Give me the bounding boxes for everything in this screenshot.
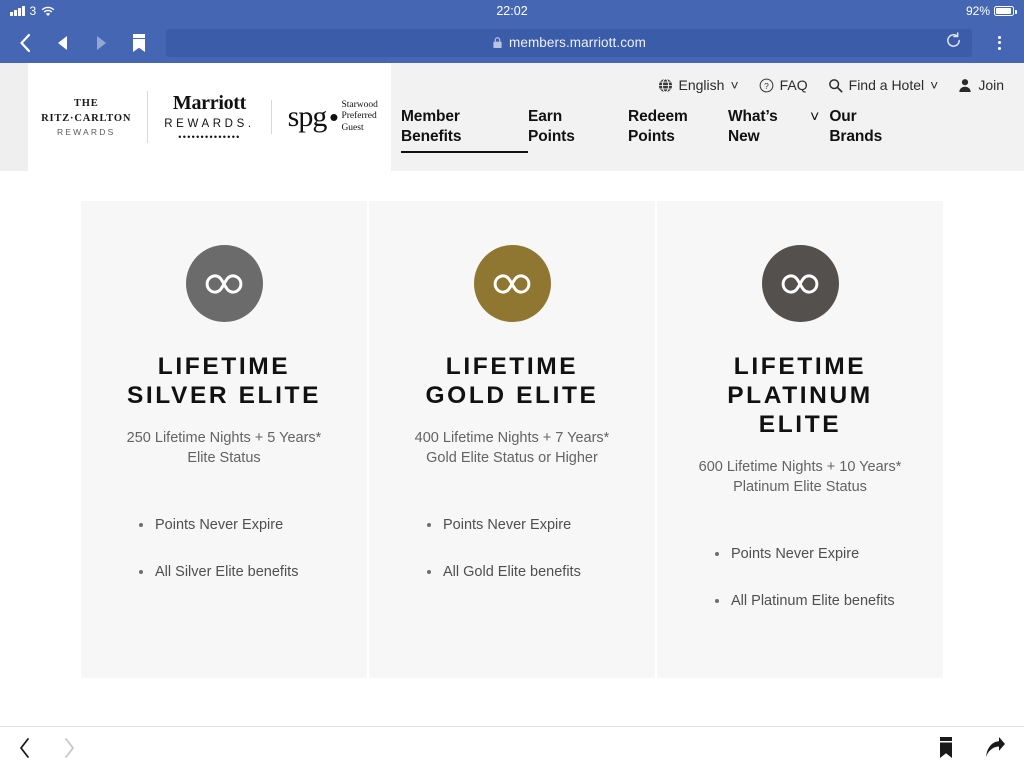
person-icon	[959, 78, 972, 92]
faq-link[interactable]: ? FAQ	[759, 77, 808, 93]
infinity-icon	[205, 273, 243, 294]
ritz-carlton-rewards-logo[interactable]: THE RITZ·CARLTON REWARDS	[25, 96, 147, 139]
status-bar-right: 92%	[965, 4, 1017, 18]
list-item: Points Never Expire	[139, 515, 345, 535]
header-nav-zone: English ˅ ? FAQ Find a Hotel ˅ Join Memb…	[391, 63, 1024, 171]
bottom-toolbar	[0, 726, 1024, 768]
list-item: All Gold Elite benefits	[427, 562, 633, 582]
globe-icon	[658, 77, 672, 93]
url-text-wrap: members.marriott.com	[492, 35, 646, 50]
lock-icon	[493, 37, 502, 48]
page-back-button[interactable]	[18, 737, 32, 759]
browser-back-chevron-button[interactable]	[8, 26, 42, 60]
spg-sub1: Starwood	[341, 99, 378, 110]
bookmark-icon	[940, 737, 952, 758]
chevron-right-icon	[65, 737, 74, 758]
gold-benefit-list: Points Never Expire All Gold Elite benef…	[391, 515, 633, 610]
triangle-forward-icon	[97, 35, 106, 50]
marriott-logo-line2: REWARDS.	[164, 117, 255, 130]
utility-nav: English ˅ ? FAQ Find a Hotel ˅ Join	[391, 63, 1024, 93]
site-header: THE RITZ·CARLTON REWARDS Marriott REWARD…	[0, 63, 1024, 171]
marriott-logo-line1: Marriott	[172, 91, 247, 114]
spg-logo-dot: •	[329, 101, 339, 132]
url-bar[interactable]: members.marriott.com	[166, 28, 972, 57]
spg-logo[interactable]: spg • Starwood Preferred Guest	[270, 99, 394, 135]
reload-icon	[947, 31, 960, 47]
language-selector[interactable]: English ˅	[658, 77, 739, 93]
browser-bookmark-button[interactable]	[122, 26, 156, 60]
search-icon	[828, 78, 843, 93]
list-item: All Silver Elite benefits	[139, 562, 345, 582]
chevron-down-icon: ˅	[730, 77, 739, 93]
ritz-logo-line2: REWARDS	[56, 127, 116, 138]
list-item: All Platinum Elite benefits	[715, 591, 921, 611]
nav-earn-points[interactable]: Earn Points	[528, 107, 628, 151]
spg-logo-mark: spg	[287, 99, 328, 133]
infinity-icon	[493, 273, 531, 294]
infinity-icon	[781, 273, 819, 294]
battery-icon	[994, 6, 1017, 16]
find-a-hotel-link[interactable]: Find a Hotel ˅	[828, 77, 939, 93]
silver-benefit-list: Points Never Expire All Silver Elite ben…	[103, 515, 345, 610]
battery-percent-label: 92%	[965, 4, 990, 18]
nav-member-benefits[interactable]: Member Benefits	[401, 107, 528, 153]
nav-chevron-down-icon[interactable]: ˅	[810, 109, 819, 127]
platinum-benefit-list: Points Never Expire All Platinum Elite b…	[679, 544, 921, 639]
browser-forward-button[interactable]	[84, 26, 118, 60]
list-item: Points Never Expire	[715, 544, 921, 564]
browser-menu-button[interactable]	[982, 26, 1016, 60]
language-label: English	[678, 77, 725, 93]
platinum-title: LIFETIME PLATINUM ELITE	[727, 353, 873, 438]
list-item: Points Never Expire	[427, 515, 633, 535]
page-share-button[interactable]	[984, 736, 1006, 759]
reload-button[interactable]	[945, 31, 962, 54]
page-forward-button[interactable]	[62, 737, 76, 759]
browser-toolbar: members.marriott.com	[0, 22, 1024, 63]
silver-requirement: 250 Lifetime Nights + 5 Years* Elite Sta…	[126, 429, 322, 467]
silver-badge	[185, 245, 263, 322]
triangle-back-icon	[58, 35, 67, 50]
bookmark-icon	[133, 33, 145, 52]
status-bar-clock: 22:02	[496, 4, 528, 18]
join-link[interactable]: Join	[958, 77, 1004, 93]
spg-logo-subtext: Starwood Preferred Guest	[341, 100, 377, 135]
header-left-gutter	[0, 63, 28, 171]
status-bar: 3 22:02 92%	[0, 0, 1024, 22]
marriott-rewards-logo[interactable]: Marriott REWARDS. ••••••••••••••	[147, 90, 270, 144]
gold-requirement: 400 Lifetime Nights + 7 Years* Gold Elit…	[414, 429, 610, 467]
brand-logo-group: THE RITZ·CARLTON REWARDS Marriott REWARD…	[28, 63, 391, 171]
gold-title: LIFETIME GOLD ELITE	[425, 353, 599, 409]
marriott-logo-dots: ••••••••••••••	[178, 132, 241, 143]
chevron-left-icon	[19, 33, 30, 52]
svg-text:?: ?	[764, 80, 769, 90]
find-a-hotel-label: Find a Hotel	[848, 77, 925, 93]
silver-title: LIFETIME SILVER ELITE	[126, 353, 322, 409]
question-circle-icon: ?	[759, 78, 774, 92]
main-nav: Member Benefits Earn Points Redeem Point…	[391, 93, 1024, 153]
main-content: LIFETIME SILVER ELITE 250 Lifetime Night…	[0, 171, 1024, 768]
share-arrow-icon	[986, 737, 1005, 757]
url-text: members.marriott.com	[508, 35, 647, 50]
bottom-nav-group	[18, 737, 76, 759]
page-bookmark-button[interactable]	[938, 736, 954, 759]
tier-card-gold: LIFETIME GOLD ELITE 400 Lifetime Nights …	[369, 201, 655, 679]
chevron-left-icon	[20, 737, 29, 758]
tier-card-platinum: LIFETIME PLATINUM ELITE 600 Lifetime Nig…	[657, 201, 943, 679]
spg-sub3: Guest	[341, 122, 364, 133]
chevron-down-icon: ˅	[930, 77, 939, 93]
platinum-requirement: 600 Lifetime Nights + 10 Years* Platinum…	[698, 458, 902, 496]
gold-badge	[473, 245, 551, 322]
spg-sub2: Preferred	[341, 111, 377, 122]
nav-redeem-points[interactable]: Redeem Points	[628, 107, 728, 151]
join-label: Join	[978, 77, 1004, 93]
bottom-action-group	[938, 736, 1006, 759]
faq-label: FAQ	[779, 77, 808, 93]
lifetime-tier-grid: LIFETIME SILVER ELITE 250 Lifetime Night…	[81, 201, 943, 679]
nav-our-brands[interactable]: Our Brands	[829, 107, 929, 151]
ritz-logo-line1: THE RITZ·CARLTON	[41, 97, 132, 124]
platinum-badge	[761, 245, 839, 322]
browser-back-button[interactable]	[46, 26, 80, 60]
tier-card-silver: LIFETIME SILVER ELITE 250 Lifetime Night…	[81, 201, 367, 679]
kebab-menu-icon	[997, 35, 1001, 50]
